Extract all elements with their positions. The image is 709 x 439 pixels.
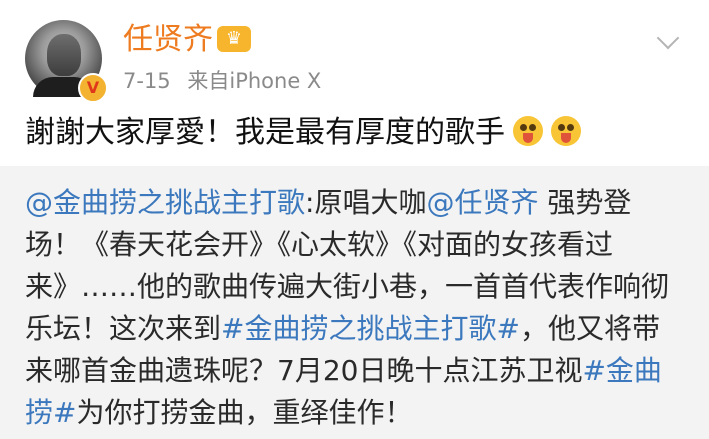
post-date: 7-15	[123, 69, 171, 93]
repost-box[interactable]: @金曲捞之挑战主打歌:原唱大咖@任贤齐 强势登场！《春天花会开》《心太软》《对面…	[0, 166, 709, 439]
post-source: 来自iPhone X	[187, 69, 322, 93]
repost-text: @金曲捞之挑战主打歌:原唱大咖@任贤齐 强势登场！《春天花会开》《心太软》《对面…	[25, 182, 685, 434]
mention-link[interactable]: @金曲捞之挑战主打歌	[25, 186, 305, 219]
repost-text-segment: :原唱大咖	[305, 186, 427, 219]
mention-link[interactable]: @任贤齐	[426, 186, 538, 219]
weibo-post: V 任贤齐 ♛ 7-15 来自iPhone X 謝謝大家厚愛！我是最有厚度的歌手…	[0, 0, 709, 439]
post-meta: 7-15 来自iPhone X	[123, 67, 321, 95]
avatar-face	[47, 34, 81, 76]
repost-text-segment: 为你打捞金曲，重绎佳作！	[76, 396, 413, 429]
post-text-content: 謝謝大家厚愛！我是最有厚度的歌手	[25, 115, 505, 150]
crown-icon: ♛	[217, 26, 251, 52]
tongue-out-emoji-icon	[513, 116, 543, 146]
tongue-out-emoji-icon	[551, 116, 581, 146]
post-text: 謝謝大家厚愛！我是最有厚度的歌手	[25, 113, 581, 153]
hashtag-link[interactable]: #金曲捞之挑战主打歌#	[221, 312, 520, 345]
username[interactable]: 任贤齐	[123, 22, 213, 58]
chevron-down-icon[interactable]	[656, 26, 680, 50]
verified-badge-icon: V	[78, 73, 108, 103]
